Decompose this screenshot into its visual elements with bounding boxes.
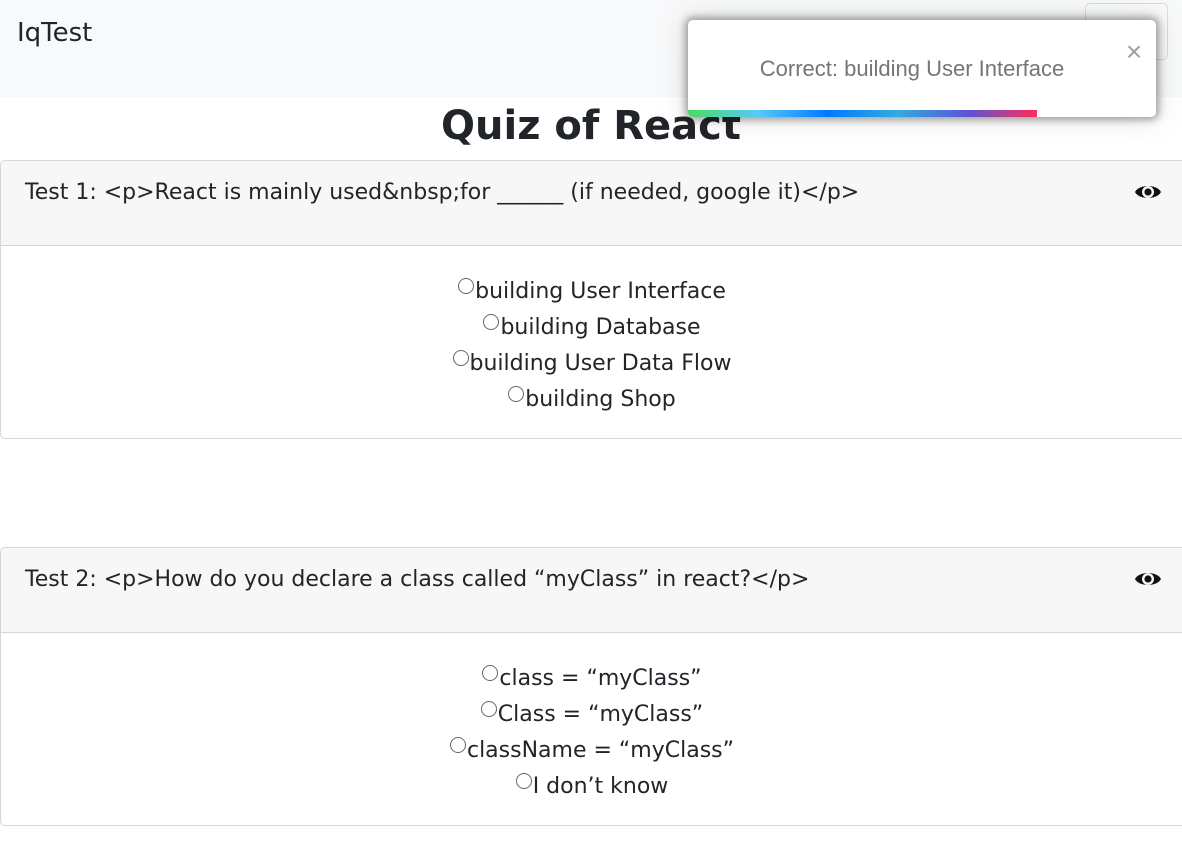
- radio-button[interactable]: [458, 278, 475, 294]
- toast-progress-bar: [688, 110, 1037, 117]
- radio-button[interactable]: [508, 386, 525, 402]
- answer-option[interactable]: building Database: [1, 310, 1182, 346]
- answer-option[interactable]: I don’t know: [1, 769, 1182, 805]
- radio-button[interactable]: [480, 701, 497, 717]
- test-card-header: Test 1: <p>React is mainly used&nbsp;for…: [1, 161, 1182, 246]
- answer-option[interactable]: building User Interface: [1, 274, 1182, 310]
- test-card-1: Test 1: <p>React is mainly used&nbsp;for…: [0, 160, 1182, 439]
- eye-icon[interactable]: [1134, 567, 1162, 591]
- radio-button[interactable]: [482, 665, 499, 681]
- question-text: Test 2: <p>How do you declare a class ca…: [25, 567, 810, 592]
- brand-link[interactable]: IqTest: [17, 14, 92, 52]
- test-card-2: Test 2: <p>How do you declare a class ca…: [0, 547, 1182, 826]
- answer-option[interactable]: className = “myClass”: [1, 733, 1182, 769]
- answer-option[interactable]: building User Data Flow: [1, 346, 1182, 382]
- close-icon[interactable]: ×: [1122, 37, 1146, 67]
- test-card-header: Test 2: <p>How do you declare a class ca…: [1, 548, 1182, 633]
- options-list: class = “myClass” Class = “myClass” clas…: [1, 633, 1182, 805]
- question-text: Test 1: <p>React is mainly used&nbsp;for…: [25, 180, 860, 205]
- answer-option[interactable]: building Shop: [1, 382, 1182, 418]
- radio-button[interactable]: [483, 314, 500, 330]
- radio-button[interactable]: [449, 737, 466, 753]
- answer-option[interactable]: class = “myClass”: [1, 661, 1182, 697]
- radio-button[interactable]: [452, 350, 469, 366]
- answer-option[interactable]: Class = “myClass”: [1, 697, 1182, 733]
- toast-message: Correct: building User Interface: [759, 56, 1065, 81]
- toast-notification: Correct: building User Interface ×: [688, 20, 1156, 117]
- eye-icon[interactable]: [1134, 180, 1162, 204]
- radio-button[interactable]: [515, 773, 532, 789]
- options-list: building User Interface building Databas…: [1, 246, 1182, 418]
